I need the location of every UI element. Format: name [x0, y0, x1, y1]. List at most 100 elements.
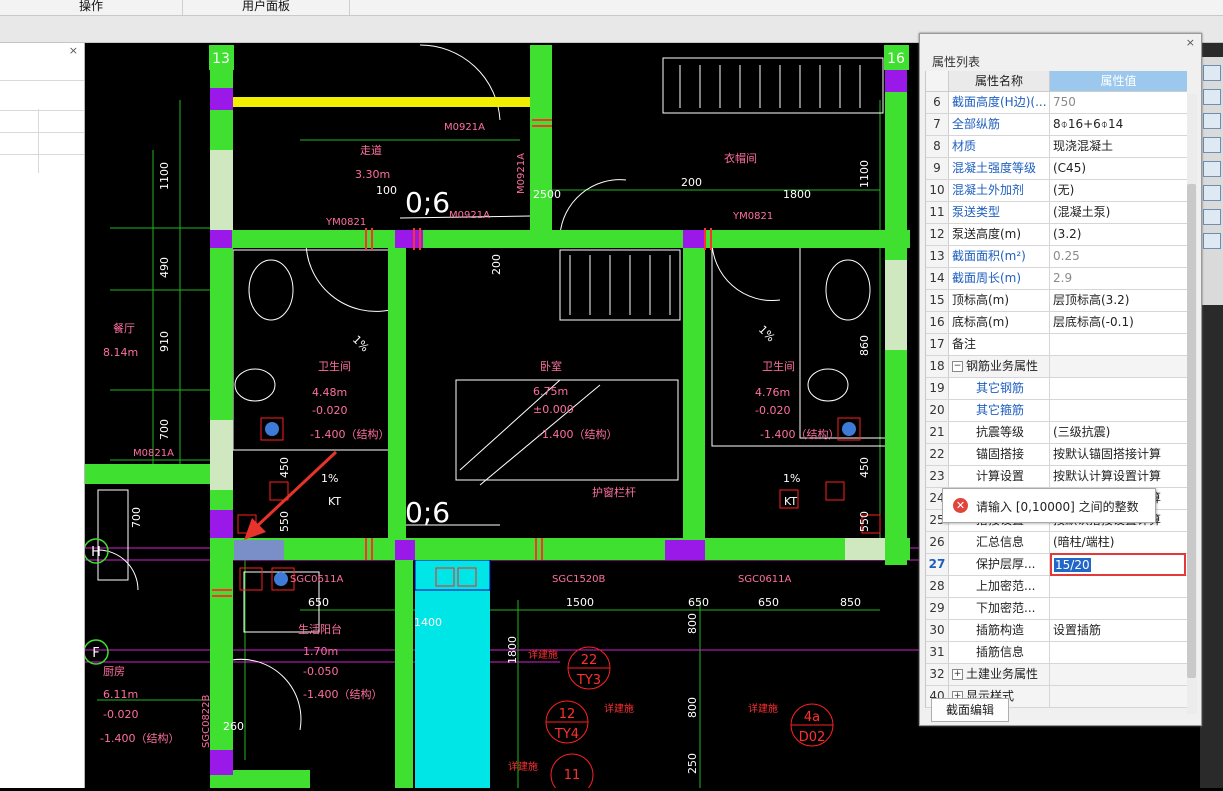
property-value-cell[interactable]	[1050, 686, 1187, 707]
dimension-label: 200	[681, 176, 702, 189]
cover-thickness-input[interactable]: 15/20	[1050, 553, 1186, 576]
view-cube-icon[interactable]	[1202, 113, 1221, 129]
kt-label: KT	[784, 495, 797, 508]
column-header-name[interactable]: 属性名称	[949, 71, 1050, 92]
row-number: 23	[926, 466, 949, 487]
callout-number: 22	[581, 653, 598, 668]
property-value-cell[interactable]: 8⌽16+6⌽14	[1050, 114, 1187, 135]
dimension-label: 1400	[414, 616, 442, 629]
cad-canvas[interactable]: 13 16 H F 0;6 0;6 走道 3.30m 衣帽间 餐厅 8.14m …	[83, 43, 1223, 791]
property-row[interactable]: 26 汇总信息 (暗柱/端柱)	[926, 532, 1187, 554]
property-value: (3.2)	[1053, 227, 1082, 241]
property-value-cell[interactable]: 现浇混凝土	[1050, 136, 1187, 157]
property-value-cell[interactable]: (C45)	[1050, 158, 1187, 179]
property-row[interactable]: 31 插筋信息	[926, 642, 1187, 664]
property-value-cell[interactable]	[1050, 378, 1187, 399]
property-value-cell[interactable]	[1050, 576, 1187, 597]
property-row[interactable]: 13 截面面积(m²) 0.25	[926, 246, 1187, 268]
property-row[interactable]: 32 + 土建业务属性	[926, 664, 1187, 686]
property-value-cell[interactable]: 层顶标高(3.2)	[1050, 290, 1187, 311]
rotate-icon[interactable]	[1202, 185, 1221, 201]
menu-tab-user-panel[interactable]: 用户面板	[183, 0, 350, 15]
property-value-cell[interactable]: 按默认锚固搭接计算	[1050, 444, 1187, 465]
property-row[interactable]: 12 泵送高度(m) (3.2)	[926, 224, 1187, 246]
room-label: 走道	[360, 143, 382, 157]
view-cube-icon[interactable]	[1202, 65, 1221, 81]
property-row[interactable]: 7 全部纵筋 8⌽16+6⌽14	[926, 114, 1187, 136]
property-row[interactable]: 11 泵送类型 (混凝土泵)	[926, 202, 1187, 224]
layout-icon[interactable]	[1202, 233, 1221, 249]
property-value-cell[interactable]: (无)	[1050, 180, 1187, 201]
property-name: 泵送高度(m)	[952, 227, 1022, 241]
property-row[interactable]: 17 备注	[926, 334, 1187, 356]
property-name-cell: 插筋构造	[949, 620, 1050, 641]
property-value-cell[interactable]: 设置插筋	[1050, 620, 1187, 641]
property-row[interactable]: 19 其它钢筋	[926, 378, 1187, 400]
property-row[interactable]: 27 保护层厚... 15/20	[926, 553, 1187, 576]
property-row[interactable]: 10 混凝土外加剂 (无)	[926, 180, 1187, 202]
collapse-icon[interactable]: −	[952, 361, 963, 372]
view-cube-icon[interactable]	[1202, 89, 1221, 105]
property-name: 汇总信息	[976, 535, 1025, 549]
property-value-cell[interactable]: 按默认计算设置计算	[1050, 466, 1187, 487]
row-number: 29	[926, 598, 949, 619]
property-value-cell[interactable]	[1050, 598, 1187, 619]
property-value-cell[interactable]	[1050, 334, 1187, 355]
dimension-label: 860	[858, 335, 871, 356]
expand-icon[interactable]: +	[952, 669, 963, 680]
property-value-cell[interactable]	[1050, 664, 1187, 685]
property-row[interactable]: 20 其它箍筋	[926, 400, 1187, 422]
floor-plan-drawing[interactable]: 13 16 H F 0;6 0;6 走道 3.30m 衣帽间 餐厅 8.14m …	[83, 43, 1223, 791]
property-row[interactable]: 8 材质 现浇混凝土	[926, 136, 1187, 158]
property-row[interactable]: 28 上加密范...	[926, 576, 1187, 598]
dimension-label: 260	[223, 720, 244, 733]
row-number: 9	[926, 158, 949, 179]
property-row[interactable]: 15 顶标高(m) 层顶标高(3.2)	[926, 290, 1187, 312]
row-number: 18	[926, 356, 949, 377]
column-header-value[interactable]: 属性值	[1050, 71, 1187, 92]
property-name-cell: 抗震等级	[949, 422, 1050, 443]
menu-bar: 操作 用户面板	[0, 0, 1223, 16]
property-value-cell[interactable]: (混凝土泵)	[1050, 202, 1187, 223]
room-label: 卫生间	[762, 359, 795, 373]
property-value-cell[interactable]: 层底标高(-0.1)	[1050, 312, 1187, 333]
property-name-cell: 截面高度(H边)(...	[949, 92, 1050, 113]
property-value: 0.25	[1053, 249, 1080, 263]
view-cube-icon[interactable]	[1202, 137, 1221, 153]
property-row[interactable]: 29 下加密范...	[926, 598, 1187, 620]
property-value-cell[interactable]: (暗柱/端柱)	[1050, 532, 1187, 553]
property-row[interactable]: 6 截面高度(H边)(... 750	[926, 92, 1187, 114]
property-value-cell[interactable]	[1050, 642, 1187, 663]
property-value-cell[interactable]: 750	[1050, 92, 1187, 113]
section-edit-button[interactable]: 截面编辑	[931, 698, 1009, 722]
property-row[interactable]: 16 底标高(m) 层底标高(-0.1)	[926, 312, 1187, 334]
property-name-cell: 材质	[949, 136, 1050, 157]
rotate-icon[interactable]	[1202, 209, 1221, 225]
door-label: SGC0611A	[290, 574, 344, 585]
scrollbar-thumb[interactable]	[1187, 184, 1196, 678]
property-row[interactable]: 30 插筋构造 设置插筋	[926, 620, 1187, 642]
property-value-cell[interactable]: 0.25	[1050, 246, 1187, 267]
detail-label: 详建施	[604, 702, 634, 715]
property-value-cell[interactable]: 15/20	[1050, 553, 1187, 576]
property-value-cell[interactable]: (3.2)	[1050, 224, 1187, 245]
property-row[interactable]: 23 计算设置 按默认计算设置计算	[926, 466, 1187, 488]
header-corner	[926, 71, 949, 92]
rotate-icon[interactable]	[1202, 161, 1221, 177]
room-label: -1.400（结构）	[303, 687, 382, 701]
dimension-label: 1100	[158, 162, 171, 190]
property-name: 计算设置	[976, 469, 1025, 483]
property-value-cell[interactable]	[1050, 356, 1187, 377]
property-row[interactable]: 14 截面周长(m) 2.9	[926, 268, 1187, 290]
property-row[interactable]: 18− 钢筋业务属性	[926, 356, 1187, 378]
property-value-cell[interactable]: (三级抗震)	[1050, 422, 1187, 443]
property-value-cell[interactable]	[1050, 400, 1187, 421]
property-value-cell[interactable]: 2.9	[1050, 268, 1187, 289]
property-row[interactable]: 21 抗震等级 (三级抗震)	[926, 422, 1187, 444]
property-row[interactable]: 9 混凝土强度等级 (C45)	[926, 158, 1187, 180]
close-icon[interactable]: ×	[1186, 36, 1195, 49]
property-name-cell: 混凝土外加剂	[949, 180, 1050, 201]
property-row[interactable]: 22 锚固搭接 按默认锚固搭接计算	[926, 444, 1187, 466]
menu-tab-operation[interactable]: 操作	[0, 0, 183, 15]
close-icon[interactable]: ×	[69, 44, 78, 57]
